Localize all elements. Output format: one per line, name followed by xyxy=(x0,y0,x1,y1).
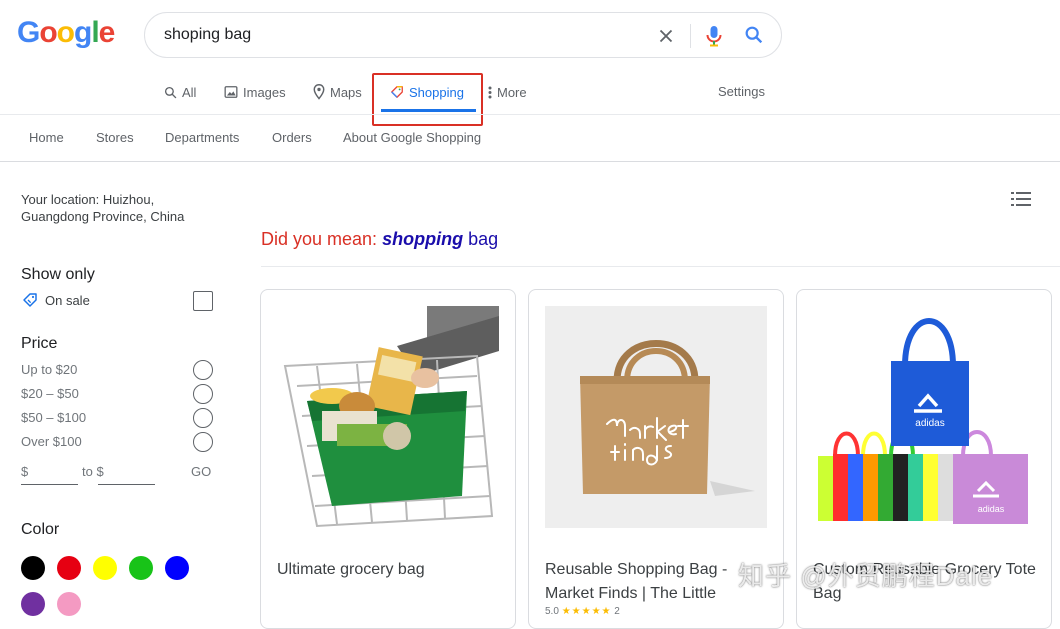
did-you-mean-label: Did you mean: xyxy=(261,229,378,249)
price-heading: Price xyxy=(21,335,58,352)
price-min-input[interactable]: $ xyxy=(21,464,78,485)
product-card[interactable]: Ultimate grocery bag xyxy=(260,289,516,629)
on-sale-checkbox[interactable] xyxy=(193,291,213,311)
product-title[interactable]: Ultimate grocery bag xyxy=(277,558,503,582)
price-option-label: Over $100 xyxy=(21,434,82,449)
review-count: 2 xyxy=(614,606,620,617)
price-max-prefix: to $ xyxy=(82,464,104,479)
price-option-label: $50 – $100 xyxy=(21,410,87,425)
map-pin-icon xyxy=(313,84,325,100)
tab-label: More xyxy=(497,84,527,100)
tab-images[interactable]: Images xyxy=(224,82,286,102)
rating-stars: ★★★★★ xyxy=(561,606,612,617)
settings-link[interactable]: Settings xyxy=(718,84,765,99)
microphone-icon[interactable] xyxy=(705,24,723,48)
price-radio[interactable] xyxy=(193,360,213,380)
price-option-label: $20 – $50 xyxy=(21,386,79,401)
price-max-wrapper: to $ xyxy=(82,464,155,485)
svg-text:adidas: adidas xyxy=(978,504,1005,514)
product-image[interactable] xyxy=(545,306,767,528)
price-min-prefix: $ xyxy=(21,464,29,479)
search-icon[interactable] xyxy=(743,24,765,46)
divider xyxy=(0,161,1060,162)
did-you-mean: Did you mean: shopping bag xyxy=(261,229,498,250)
price-go-button[interactable]: GO xyxy=(191,464,211,479)
list-view-icon[interactable] xyxy=(1011,192,1031,206)
price-radio[interactable] xyxy=(193,432,213,452)
tab-more[interactable]: More xyxy=(488,82,527,102)
color-heading: Color xyxy=(21,521,60,538)
divider xyxy=(0,114,1060,115)
suggestion-link[interactable]: shopping xyxy=(382,229,463,249)
tab-label: Maps xyxy=(330,84,362,100)
color-swatch-pink[interactable] xyxy=(57,592,81,616)
logo-letter: e xyxy=(98,16,116,49)
svg-text:adidas: adidas xyxy=(915,418,944,429)
color-swatch-green[interactable] xyxy=(129,556,153,580)
logo-letter: G xyxy=(17,16,40,49)
price-radio[interactable] xyxy=(193,408,213,428)
color-swatch-black[interactable] xyxy=(21,556,45,580)
location-text: Your location: Huizhou, Guangdong Provin… xyxy=(21,192,185,224)
close-icon[interactable] xyxy=(655,25,677,47)
on-sale-label: On sale xyxy=(45,293,90,308)
divider xyxy=(690,24,691,48)
logo-letter: l xyxy=(91,16,99,49)
search-input[interactable]: shoping bag xyxy=(164,26,251,44)
color-swatch-blue[interactable] xyxy=(165,556,189,580)
color-swatch-purple[interactable] xyxy=(21,592,45,616)
show-only-heading: Show only xyxy=(21,266,95,283)
subnav-home[interactable]: Home xyxy=(29,130,64,145)
rating-value: 5.0 xyxy=(545,606,559,617)
logo-letter: o xyxy=(56,16,75,49)
product-rating: 5.0 ★★★★★ 2 xyxy=(545,606,620,617)
product-image[interactable] xyxy=(277,306,499,528)
subnav-stores[interactable]: Stores xyxy=(96,130,134,145)
tab-label: All xyxy=(182,84,197,100)
divider xyxy=(261,266,1060,267)
tab-label: Images xyxy=(243,84,286,100)
tab-maps[interactable]: Maps xyxy=(313,82,362,102)
tab-all[interactable]: All xyxy=(164,82,196,102)
search-icon xyxy=(164,86,177,98)
price-max-input[interactable] xyxy=(98,484,155,485)
sale-tag-icon xyxy=(23,293,37,307)
google-logo[interactable]: Google xyxy=(17,16,116,50)
product-image[interactable]: adidas adidas xyxy=(813,306,1035,528)
subnav-departments[interactable]: Departments xyxy=(165,130,239,145)
image-icon xyxy=(224,86,238,98)
logo-letter: g xyxy=(74,16,92,49)
color-swatch-red[interactable] xyxy=(57,556,81,580)
color-swatch-yellow[interactable] xyxy=(93,556,117,580)
subnav-orders[interactable]: Orders xyxy=(272,130,312,145)
subnav-about[interactable]: About Google Shopping xyxy=(343,130,481,145)
watermark: 知乎 @外贸鹏程Dale xyxy=(738,561,994,591)
price-option-label: Up to $20 xyxy=(21,362,78,377)
suggestion-rest[interactable]: bag xyxy=(468,229,498,249)
logo-letter: o xyxy=(39,16,57,49)
highlight-annotation xyxy=(372,73,483,126)
price-radio[interactable] xyxy=(193,384,213,404)
more-vert-icon xyxy=(488,86,492,98)
search-box[interactable]: shoping bag xyxy=(144,12,782,58)
